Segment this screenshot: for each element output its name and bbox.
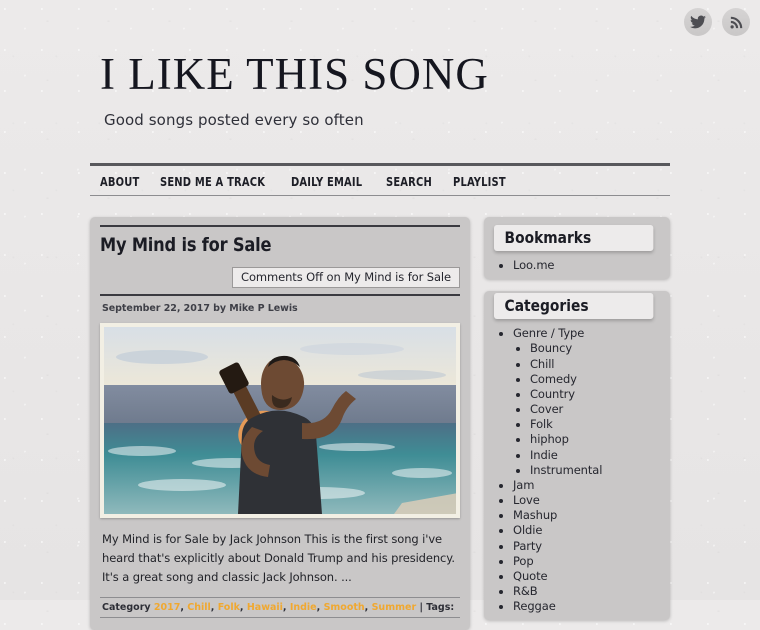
comma: , [210,601,215,613]
category-link-summer[interactable]: Summer [372,602,417,613]
bookmark-link-loome[interactable]: Loo.me [513,258,555,272]
category-link-instrumental[interactable]: Instrumental [530,463,602,477]
site-header: I LIKE THIS SONG Good songs posted every… [90,0,670,130]
main-navigation: About Send Me a Track Daily Email Search… [90,163,670,196]
site-description: Good songs posted every so often [104,111,364,129]
widget-title-bookmarks: Bookmarks [494,225,654,251]
category-link-reggae[interactable]: Reggae [513,599,556,613]
post-title-divider [100,225,460,227]
footer-separator: | [419,601,423,613]
list-item: Cover [530,402,660,417]
nav-item-daily-email: Daily Email [291,171,369,190]
list-item: Pop [513,554,660,569]
post-excerpt: My Mind is for Sale by Jack Johnson This… [102,532,455,584]
site-title[interactable]: I LIKE THIS SONG [100,52,670,97]
category-link-oldie[interactable]: Oldie [513,523,542,537]
categories-list: Genre / Type Bouncy Chill Comedy Country… [494,326,660,614]
twitter-icon [690,15,706,29]
list-item: Genre / Type Bouncy Chill Comedy Country… [513,326,660,478]
list-item: Loo.me [513,258,660,273]
comma: , [364,601,369,613]
list-item: Love [513,493,660,508]
twitter-link[interactable] [684,8,712,36]
list-item: Instrumental [530,463,660,478]
nav-list: About Send Me a Track Daily Email Search… [100,171,670,190]
list-item: Chill [530,357,660,372]
nav-item-search: Search [386,171,436,190]
category-label: Category [102,601,151,613]
nav-link-daily-email[interactable]: Daily Email [291,175,362,189]
nav-item-send-me-a-track: Send Me a Track [160,171,274,190]
list-item: Indie [530,448,660,463]
category-link-mashup[interactable]: Mashup [513,508,557,522]
comments-row: Comments Off on My Mind is for Sale [100,267,460,296]
list-item: Quote [513,569,660,584]
list-item: Folk [530,417,660,432]
rss-link[interactable] [722,8,750,36]
nav-link-search[interactable]: Search [386,175,432,189]
list-item: Mashup [513,508,660,523]
category-link-jam[interactable]: Jam [513,478,534,492]
comma: , [282,601,287,613]
category-link-hawaii[interactable]: Hawaii [247,602,283,613]
list-item: Bouncy [530,341,660,356]
category-link-indie[interactable]: Indie [530,448,558,462]
category-link-bouncy[interactable]: Bouncy [530,341,572,355]
category-link-party[interactable]: Party [513,539,542,553]
list-item: Country [530,387,660,402]
list-item: Reggae [513,599,660,614]
category-link-hiphop[interactable]: hiphop [530,432,569,446]
rss-icon [729,15,744,30]
post-meta: September 22, 2017 by Mike P Lewis [102,303,298,314]
list-item: R&B [513,584,660,599]
list-item: hiphop [530,432,660,447]
sidebar: Bookmarks Loo.me Categories Genre / Type… [484,217,670,630]
main-content: My Mind is for Sale Comments Off on My M… [90,217,470,630]
nav-link-about[interactable]: About [100,175,139,189]
widget-title-categories: Categories [494,293,654,320]
category-link-genre-type[interactable]: Genre / Type [513,326,584,340]
categories-sublist: Bouncy Chill Comedy Country Cover Folk h… [513,341,660,478]
category-link-rnb[interactable]: R&B [513,584,538,598]
page-wrapper: I LIKE THIS SONG Good songs posted every… [90,0,750,630]
category-link-chill[interactable]: Chill [187,602,211,613]
post-thumbnail[interactable] [100,323,460,518]
list-item: Oldie [513,523,660,538]
social-links [684,8,750,36]
post-title[interactable]: My Mind is for Sale [100,234,442,256]
comments-status-badge: Comments Off on My Mind is for Sale [232,267,460,288]
bookmarks-list: Loo.me [494,258,660,273]
content-columns: My Mind is for Sale Comments Off on My M… [90,217,670,630]
category-link-indie[interactable]: Indie [290,602,317,613]
category-link-2017[interactable]: 2017 [154,602,180,613]
category-link-folk[interactable]: Folk [218,602,240,613]
list-item: Comedy [530,372,660,387]
list-item: Party [513,539,660,554]
post-footer: Category 2017, Chill, Folk, Hawaii, Indi… [100,596,460,618]
category-link-cover[interactable]: Cover [530,402,563,416]
comma: , [180,601,184,613]
widget-bookmarks: Bookmarks Loo.me [484,217,670,280]
comma: , [316,601,321,613]
post-article: My Mind is for Sale Comments Off on My M… [90,217,470,630]
nav-link-send-me-a-track[interactable]: Send Me a Track [160,175,265,189]
category-link-quote[interactable]: Quote [513,569,548,583]
category-link-pop[interactable]: Pop [513,554,534,568]
category-link-smooth[interactable]: Smooth [324,602,365,613]
tags-label: Tags: [426,601,455,613]
category-link-comedy[interactable]: Comedy [530,372,577,386]
category-link-chill[interactable]: Chill [530,357,555,371]
nav-item-playlist: Playlist [453,171,510,190]
nav-link-playlist[interactable]: Playlist [453,175,506,189]
list-item: Jam [513,478,660,493]
category-link-folk[interactable]: Folk [530,417,553,431]
widget-categories: Categories Genre / Type Bouncy Chill Com… [484,291,670,621]
comma: , [239,601,244,613]
category-link-love[interactable]: Love [513,493,540,507]
nav-item-about: About [100,171,143,190]
category-link-country[interactable]: Country [530,387,575,401]
